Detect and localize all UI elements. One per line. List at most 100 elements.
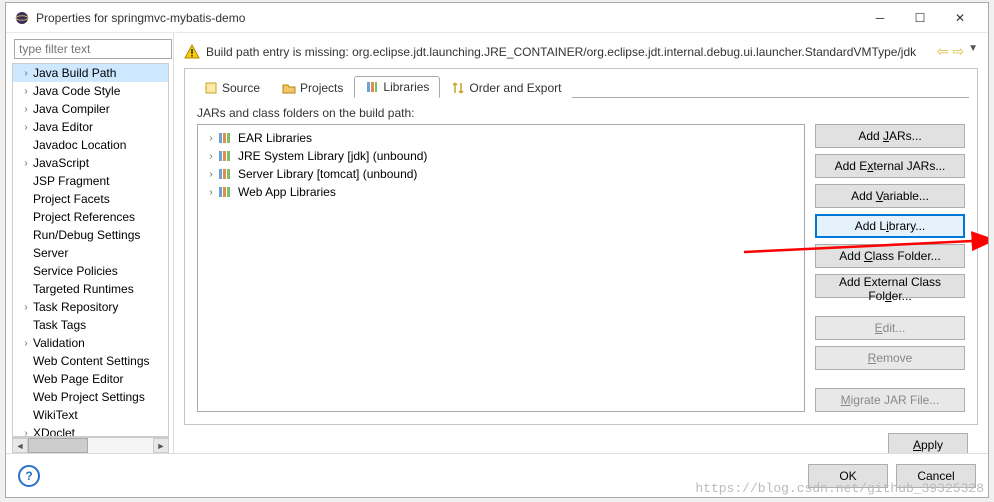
sidebar-item[interactable]: Targeted Runtimes bbox=[13, 280, 168, 298]
sidebar-item-label: JSP Fragment bbox=[33, 174, 109, 188]
sidebar-item-label: Service Policies bbox=[33, 264, 118, 278]
sidebar-item[interactable]: ›Java Build Path bbox=[13, 64, 168, 82]
sidebar-item[interactable]: ›Task Repository bbox=[13, 298, 168, 316]
sidebar-item-label: Project References bbox=[33, 210, 135, 224]
tab-label: Projects bbox=[300, 81, 343, 95]
sidebar-item[interactable]: ›Java Editor bbox=[13, 118, 168, 136]
add-jars-button[interactable]: Add JARs... bbox=[815, 124, 965, 148]
library-item[interactable]: › Server Library [tomcat] (unbound) bbox=[198, 165, 804, 183]
expand-arrow-icon[interactable]: › bbox=[19, 86, 33, 97]
sidebar-item[interactable]: JSP Fragment bbox=[13, 172, 168, 190]
properties-dialog: Properties for springmvc-mybatis-demo ─ … bbox=[5, 2, 989, 498]
filter-input[interactable] bbox=[14, 39, 172, 59]
tab-bar: Source Projects Libraries Order and Export bbox=[187, 71, 975, 97]
library-icon bbox=[218, 167, 234, 181]
library-label: Web App Libraries bbox=[238, 185, 336, 199]
add-external-jars-button[interactable]: Add External JARs... bbox=[815, 154, 965, 178]
expand-arrow-icon[interactable]: › bbox=[19, 302, 33, 313]
expand-arrow-icon[interactable]: › bbox=[204, 133, 218, 144]
sidebar-item-label: Targeted Runtimes bbox=[33, 282, 134, 296]
expand-arrow-icon[interactable]: › bbox=[19, 158, 33, 169]
help-icon[interactable]: ? bbox=[18, 465, 40, 487]
sidebar-item[interactable]: Task Tags bbox=[13, 316, 168, 334]
sidebar: ›Java Build Path›Java Code Style›Java Co… bbox=[6, 33, 174, 453]
titlebar: Properties for springmvc-mybatis-demo ─ … bbox=[6, 3, 988, 33]
expand-arrow-icon[interactable]: › bbox=[19, 104, 33, 115]
add-external-class-folder-button[interactable]: Add External Class Folder... bbox=[815, 274, 965, 298]
sidebar-item[interactable]: Run/Debug Settings bbox=[13, 226, 168, 244]
nav-arrows: ⇦ ⇨ ▼ bbox=[937, 43, 978, 60]
expand-arrow-icon[interactable]: › bbox=[19, 122, 33, 133]
minimize-button[interactable]: ─ bbox=[860, 4, 900, 32]
nav-forward-icon[interactable]: ⇨ bbox=[952, 43, 964, 60]
expand-arrow-icon[interactable]: › bbox=[19, 428, 33, 438]
spacer bbox=[815, 376, 965, 382]
libraries-icon bbox=[365, 80, 379, 94]
scroll-thumb[interactable] bbox=[28, 438, 88, 453]
close-button[interactable]: ✕ bbox=[940, 4, 980, 32]
library-item[interactable]: › Web App Libraries bbox=[198, 183, 804, 201]
libraries-tab-content: JARs and class folders on the build path… bbox=[187, 98, 975, 422]
migrate-jar-button: Migrate JAR File... bbox=[815, 388, 965, 412]
library-item[interactable]: › EAR Libraries bbox=[198, 129, 804, 147]
warning-row: Build path entry is missing: org.eclipse… bbox=[184, 39, 978, 68]
sidebar-item[interactable]: Server bbox=[13, 244, 168, 262]
tab-projects[interactable]: Projects bbox=[271, 77, 354, 98]
expand-arrow-icon[interactable]: › bbox=[19, 68, 33, 79]
tab-label: Order and Export bbox=[469, 81, 561, 95]
add-library-button[interactable]: Add Library... bbox=[815, 214, 965, 238]
category-tree[interactable]: ›Java Build Path›Java Code Style›Java Co… bbox=[12, 63, 169, 437]
expand-arrow-icon[interactable]: › bbox=[204, 169, 218, 180]
scroll-right-button[interactable]: ► bbox=[153, 438, 169, 453]
sidebar-item[interactable]: Project References bbox=[13, 208, 168, 226]
sidebar-item[interactable]: ›Validation bbox=[13, 334, 168, 352]
libraries-list[interactable]: › EAR Libraries › JRE System Library [jdk] … bbox=[197, 124, 805, 412]
tab-source[interactable]: Source bbox=[193, 77, 271, 98]
sidebar-item-label: JavaScript bbox=[33, 156, 89, 170]
view-menu-icon[interactable]: ▼ bbox=[968, 43, 978, 60]
sidebar-item-label: Validation bbox=[33, 336, 85, 350]
library-label: JRE System Library [jdk] (unbound) bbox=[238, 149, 427, 163]
add-class-folder-button[interactable]: Add Class Folder... bbox=[815, 244, 965, 268]
expand-arrow-icon[interactable]: › bbox=[19, 338, 33, 349]
sidebar-item[interactable]: Web Content Settings bbox=[13, 352, 168, 370]
sidebar-item[interactable]: Project Facets bbox=[13, 190, 168, 208]
button-column: Add JARs... Add External JARs... Add Var… bbox=[815, 124, 965, 412]
expand-arrow-icon[interactable]: › bbox=[204, 151, 218, 162]
sidebar-item[interactable]: ›Java Code Style bbox=[13, 82, 168, 100]
library-item[interactable]: › JRE System Library [jdk] (unbound) bbox=[198, 147, 804, 165]
tab-label: Libraries bbox=[383, 80, 429, 94]
sidebar-item[interactable]: ›XDoclet bbox=[13, 424, 168, 437]
sidebar-item-label: Java Editor bbox=[33, 120, 93, 134]
library-icon bbox=[218, 185, 234, 199]
library-icon bbox=[218, 131, 234, 145]
library-icon bbox=[218, 149, 234, 163]
warning-text: Build path entry is missing: org.eclipse… bbox=[206, 45, 937, 59]
sidebar-item[interactable]: Web Project Settings bbox=[13, 388, 168, 406]
add-variable-button[interactable]: Add Variable... bbox=[815, 184, 965, 208]
sidebar-item[interactable]: Web Page Editor bbox=[13, 370, 168, 388]
sidebar-item[interactable]: ›Java Compiler bbox=[13, 100, 168, 118]
library-label: EAR Libraries bbox=[238, 131, 312, 145]
sidebar-item[interactable]: WikiText bbox=[13, 406, 168, 424]
library-label: Server Library [tomcat] (unbound) bbox=[238, 167, 417, 181]
build-path-panel: SourceProjectsLibrariesOrder and Export … bbox=[184, 68, 978, 425]
expand-arrow-icon[interactable]: › bbox=[204, 187, 218, 198]
sidebar-item-label: Java Compiler bbox=[33, 102, 110, 116]
sidebar-item[interactable]: ›JavaScript bbox=[13, 154, 168, 172]
window-title: Properties for springmvc-mybatis-demo bbox=[36, 11, 860, 25]
nav-back-icon[interactable]: ⇦ bbox=[937, 43, 949, 60]
scroll-left-button[interactable]: ◄ bbox=[12, 438, 28, 453]
sidebar-item-label: Web Page Editor bbox=[33, 372, 124, 386]
tab-order-and-export[interactable]: Order and Export bbox=[440, 77, 572, 98]
sidebar-item-label: Web Content Settings bbox=[33, 354, 150, 368]
tab-libraries[interactable]: Libraries bbox=[354, 76, 440, 98]
sidebar-item[interactable]: Javadoc Location bbox=[13, 136, 168, 154]
list-area: › EAR Libraries › JRE System Library [jdk] … bbox=[197, 124, 965, 412]
source-icon bbox=[204, 81, 218, 95]
sidebar-item[interactable]: Service Policies bbox=[13, 262, 168, 280]
maximize-button[interactable]: ☐ bbox=[900, 4, 940, 32]
sidebar-hscrollbar[interactable]: ◄ ► bbox=[12, 437, 169, 453]
scroll-track[interactable] bbox=[28, 438, 153, 453]
apply-button[interactable]: Apply bbox=[888, 433, 968, 453]
